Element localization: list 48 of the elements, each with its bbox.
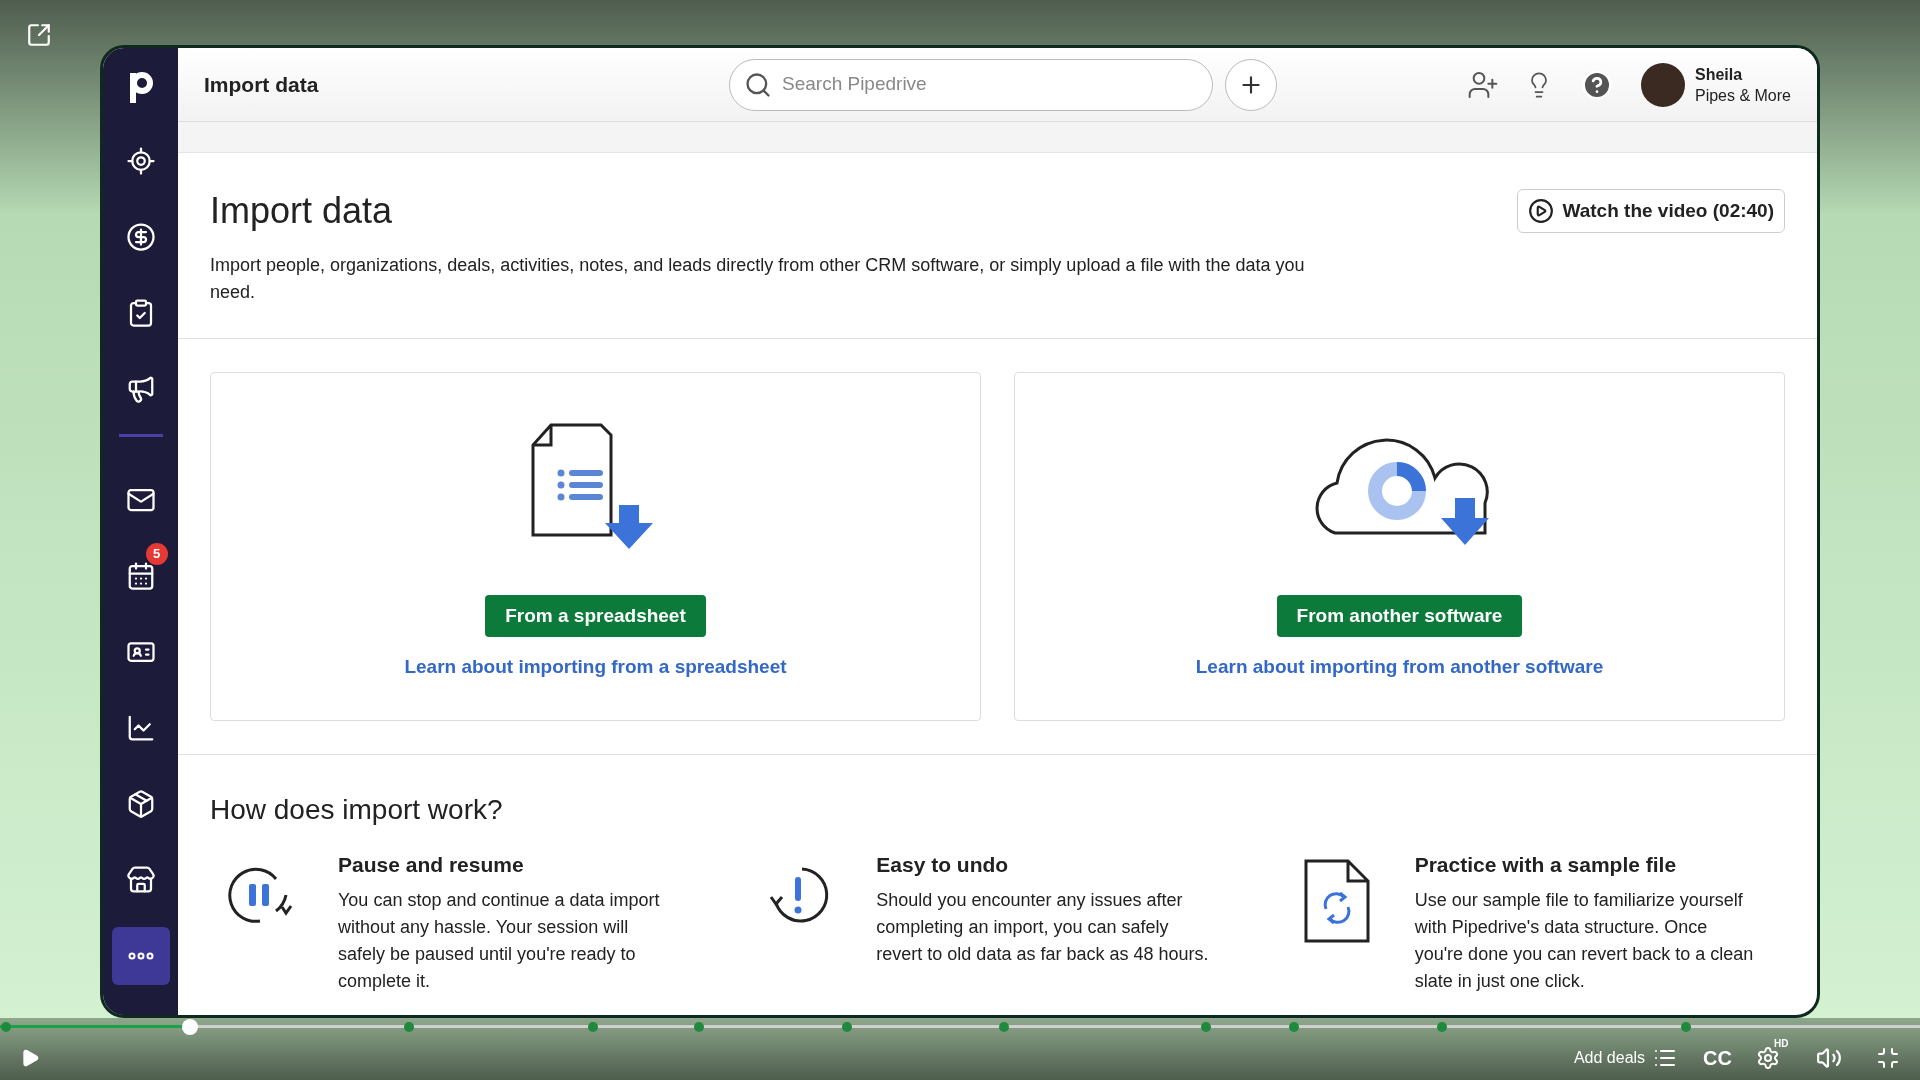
settings-icon[interactable]: [1756, 1045, 1780, 1070]
play-circle-icon: [1528, 198, 1555, 224]
chapter-marker[interactable]: [1289, 1022, 1300, 1032]
progress-track[interactable]: [0, 1025, 1920, 1028]
feature-text: Should you encounter any issues after completing an import, you can safely revert to old data as far back as 48 hours.: [876, 888, 1210, 966]
progress-thumb[interactable]: [182, 1019, 199, 1035]
chapter-marker[interactable]: [0, 1022, 11, 1032]
section-heading: How does import work?: [210, 793, 504, 827]
exit-fullscreen-icon[interactable]: [1876, 1045, 1900, 1070]
company-name: Pipes & More: [1694, 85, 1791, 106]
chapter-marker[interactable]: [999, 1022, 1010, 1032]
chapter-marker[interactable]: [841, 1022, 852, 1032]
user-name: Sheila: [1694, 64, 1744, 85]
chapter-marker[interactable]: [403, 1022, 414, 1032]
chapter-marker[interactable]: [1680, 1022, 1691, 1032]
store-icon: [125, 865, 156, 895]
feature-title: Easy to undo: [876, 852, 1010, 878]
more-button[interactable]: [111, 927, 170, 985]
watch-video-button[interactable]: Watch the video (02:40): [1517, 189, 1785, 233]
add-button[interactable]: [1225, 58, 1277, 111]
search-field[interactable]: Search Pipedrive: [729, 58, 1213, 111]
import-option-button[interactable]: From another software: [1276, 595, 1523, 637]
feature-title: Practice with a sample file: [1414, 852, 1678, 878]
chapter-marker[interactable]: [1200, 1022, 1211, 1032]
play-icon[interactable]: [20, 1047, 40, 1068]
feature-text: Use our sample file to familiarize yourself with Pipedrive's data structure. Once you're done you can revert back to a clean slate in just one click.: [1414, 888, 1755, 993]
file-refresh-icon: [1303, 859, 1370, 943]
target-icon: [125, 146, 156, 176]
search-icon: [744, 70, 772, 99]
search-input[interactable]: Search Pipedrive: [782, 70, 1198, 99]
chapter-marker[interactable]: [1436, 1022, 1447, 1032]
chapter-marker[interactable]: [693, 1022, 704, 1032]
learn-more-link[interactable]: Learn about importing from another software: [1195, 653, 1604, 682]
feature-title: Pause and resume: [338, 852, 525, 878]
dollar-icon: [125, 222, 156, 252]
hd-label: HD: [1774, 1036, 1789, 1051]
add-deals-label[interactable]: Add deals: [1573, 1045, 1646, 1070]
description: Import people, organizations, deals, activities, notes, and leads directly from other CRM software, or simply upload a file with the data you need.: [210, 254, 1306, 304]
captions-button[interactable]: CC: [1703, 1042, 1732, 1073]
learn-more-link[interactable]: Learn about importing from a spreadsheet: [404, 653, 787, 682]
import-option-button[interactable]: From a spreadsheet: [485, 595, 706, 637]
feature-text: You can stop and continue a data import without any hassle. Your session will safely be paused until you're ready to complete it.: [338, 888, 661, 993]
chapter-marker[interactable]: [588, 1022, 599, 1032]
page-title: Import data: [204, 71, 320, 98]
more-icon: [127, 952, 154, 960]
page-heading: Import data: [210, 189, 393, 233]
notification-badge: 5: [145, 543, 168, 565]
share-icon[interactable]: [26, 22, 52, 48]
